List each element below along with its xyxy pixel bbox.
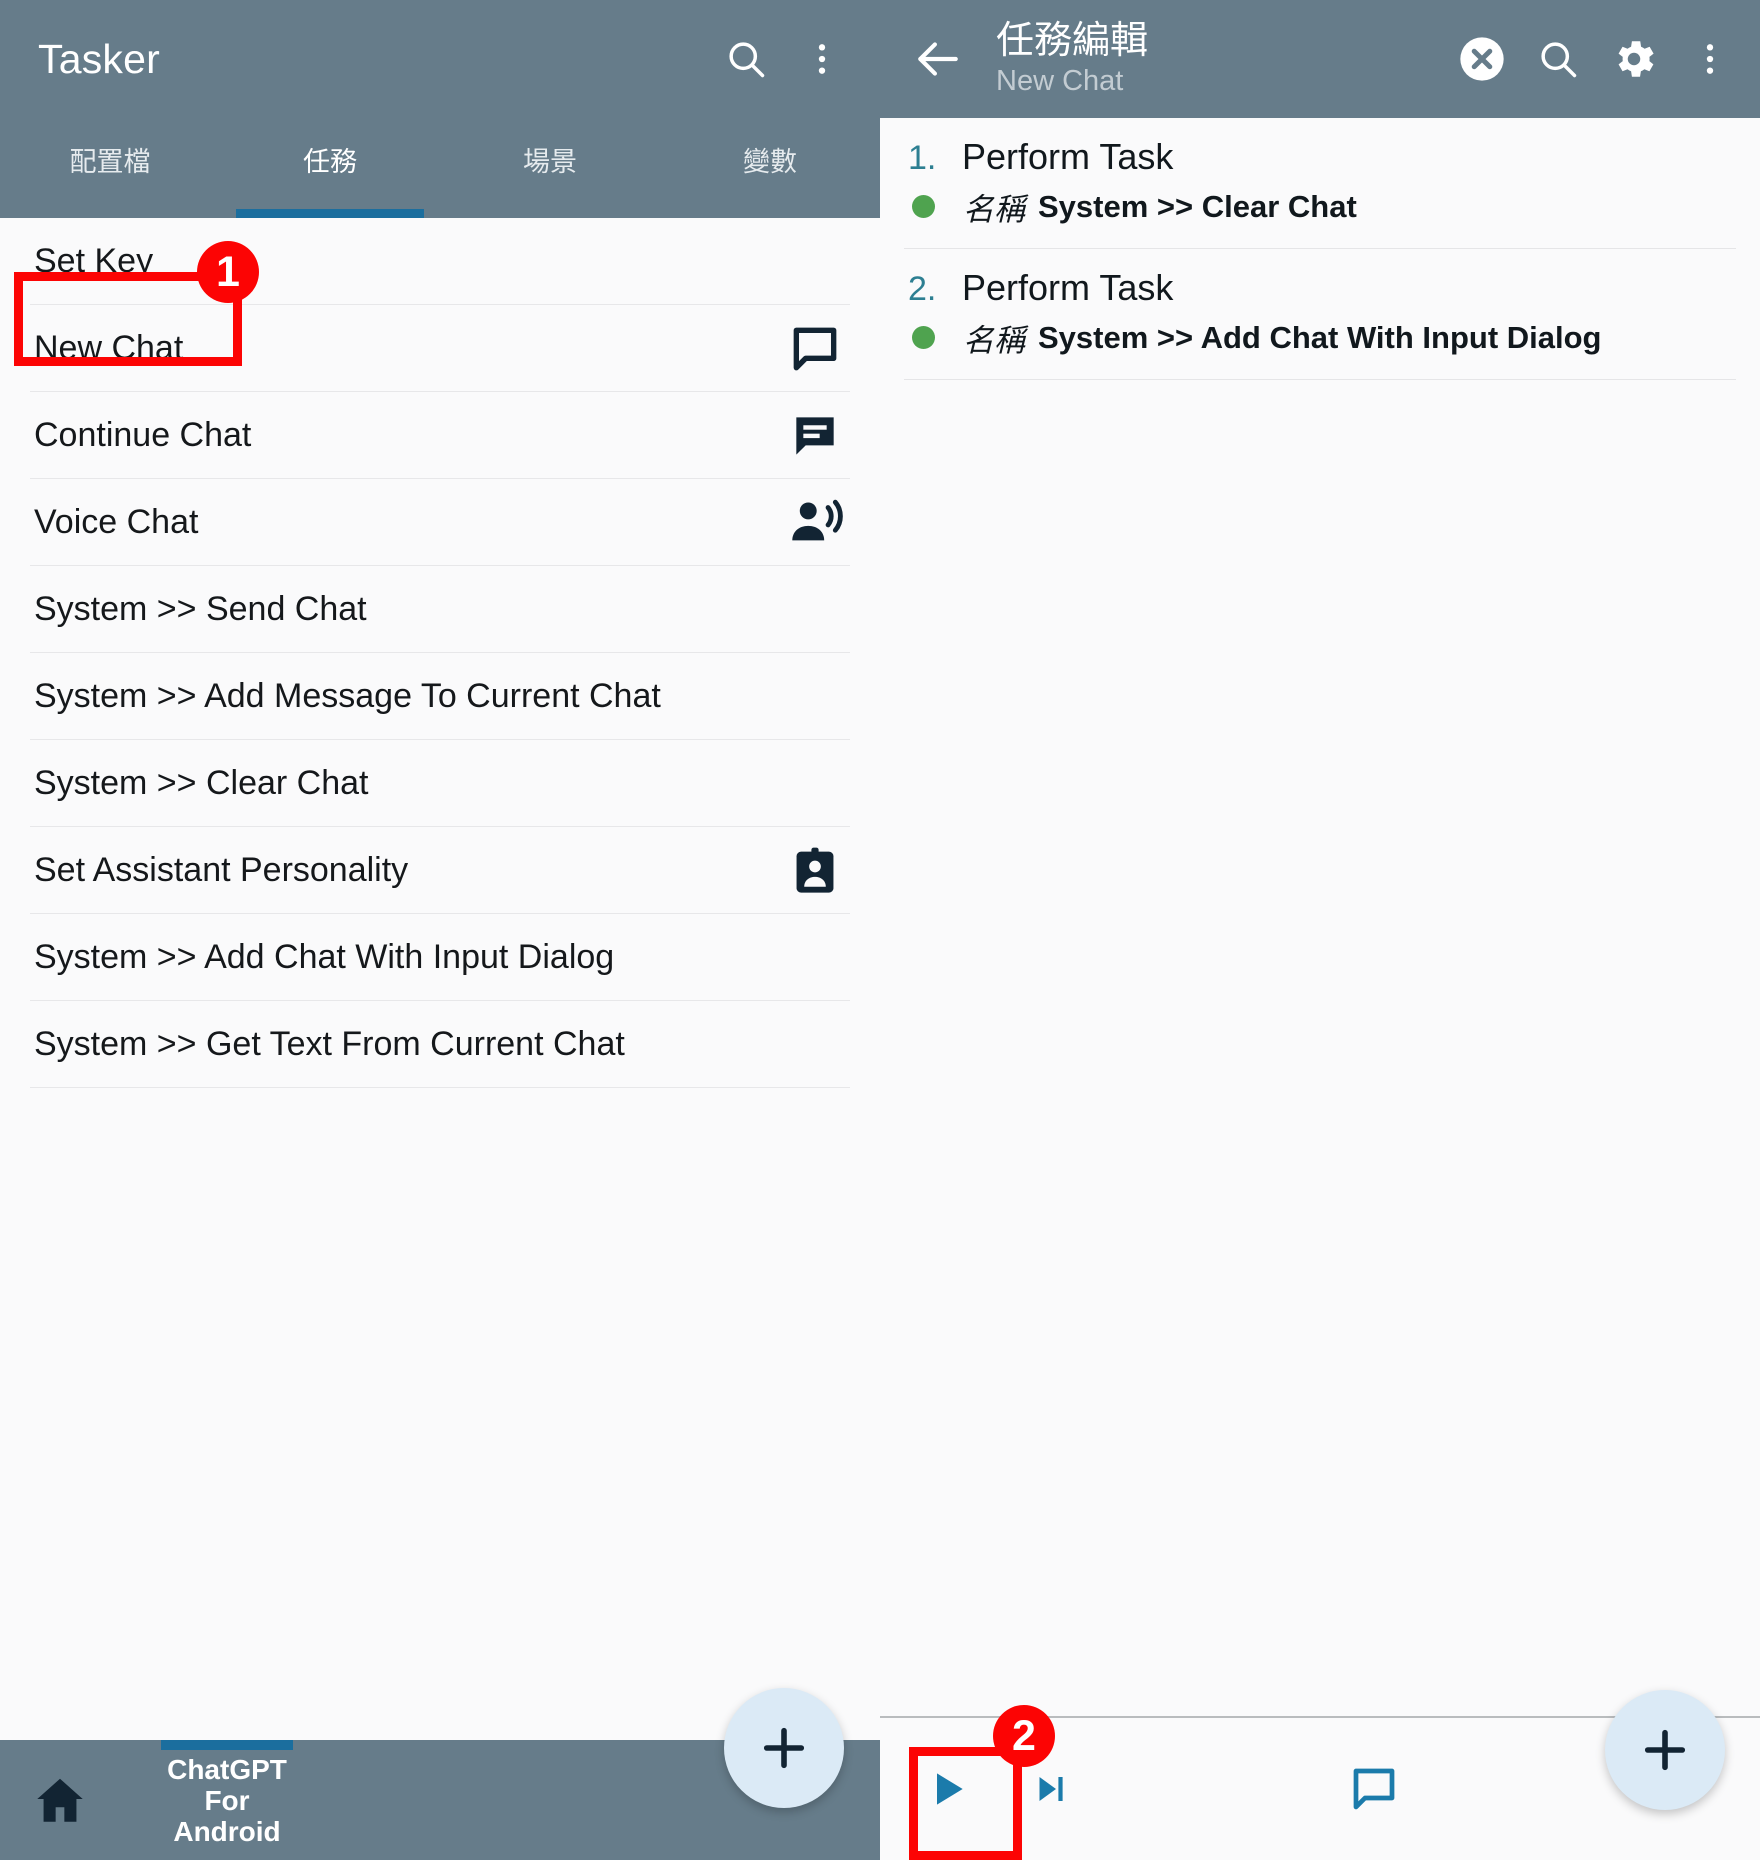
task-row-system-get-text[interactable]: System >> Get Text From Current Chat: [0, 1001, 880, 1088]
action-header: 2. Perform Task: [908, 267, 1732, 309]
search-icon[interactable]: [714, 27, 778, 91]
task-label: System >> Add Chat With Input Dialog: [34, 938, 615, 976]
status-enabled-dot-icon: [912, 326, 935, 349]
tab-profiles[interactable]: 配置檔: [0, 118, 220, 218]
task-row-system-clear-chat[interactable]: System >> Clear Chat: [0, 740, 880, 827]
status-enabled-dot-icon: [912, 195, 935, 218]
action-param-label: 名稱: [963, 323, 1025, 358]
action-name: Perform Task: [962, 136, 1174, 177]
search-icon[interactable]: [1526, 27, 1590, 91]
step-forward-icon[interactable]: [1022, 1761, 1078, 1817]
task-edit-title-block: 任務編輯 New Chat: [996, 20, 1438, 98]
task-label: System >> Send Chat: [34, 590, 367, 628]
action-parameter-row: 名稱 System >> Add Chat With Input Dialog: [908, 315, 1732, 360]
screen-root: Tasker 配置檔 任務 場景 變數 Set Key New Chat Con…: [0, 0, 1760, 1860]
overflow-menu-icon[interactable]: [1678, 27, 1742, 91]
task-label: System >> Clear Chat: [34, 764, 369, 802]
app-title: Tasker: [38, 35, 160, 82]
gear-icon[interactable]: [1602, 27, 1666, 91]
tasker-appbar: Tasker: [0, 0, 880, 118]
task-edit-pane: 任務編輯 New Chat 1. Perform Task 名稱 System …: [880, 0, 1760, 1860]
promo-chatgpt-for-android[interactable]: ChatGPT For Android: [132, 1740, 322, 1847]
id-badge-icon: [786, 842, 844, 900]
promo-line-3: Android: [173, 1816, 281, 1847]
tab-scenes[interactable]: 場景: [440, 118, 660, 218]
task-row-set-assistant-personality[interactable]: Set Assistant Personality: [0, 827, 880, 914]
task-row-system-add-message[interactable]: System >> Add Message To Current Chat: [0, 653, 880, 740]
home-icon[interactable]: [0, 1740, 120, 1860]
task-row-system-send-chat[interactable]: System >> Send Chat: [0, 566, 880, 653]
task-label: Continue Chat: [34, 416, 252, 454]
annotation-badge-1: 1: [197, 241, 259, 303]
action-number: 1.: [908, 139, 937, 177]
task-label: Set Assistant Personality: [34, 851, 409, 889]
tab-variables[interactable]: 變數: [660, 118, 880, 218]
annotation-badge-2: 2: [993, 1705, 1055, 1767]
promo-indicator-bar: [161, 1740, 293, 1750]
chat-bubble-lines-icon: [786, 407, 844, 465]
tasker-tab-bar: 配置檔 任務 場景 變數: [0, 118, 880, 218]
action-param-value: System >> Add Chat With Input Dialog: [1038, 319, 1602, 355]
task-row-system-add-chat-input-dialog[interactable]: System >> Add Chat With Input Dialog: [0, 914, 880, 1001]
action-list: 1. Perform Task 名稱 System >> Clear Chat …: [880, 118, 1760, 380]
action-name: Perform Task: [962, 267, 1174, 308]
overflow-menu-icon[interactable]: [790, 27, 854, 91]
task-row-continue-chat[interactable]: Continue Chat: [0, 392, 880, 479]
task-label: Voice Chat: [34, 503, 199, 541]
task-row-voice-chat[interactable]: Voice Chat: [0, 479, 880, 566]
promo-line-2: For: [204, 1785, 250, 1816]
action-header: 1. Perform Task: [908, 136, 1732, 178]
close-circle-icon[interactable]: [1450, 27, 1514, 91]
person-speaking-icon: [786, 494, 844, 552]
task-label: System >> Get Text From Current Chat: [34, 1025, 625, 1063]
action-number: 2.: [908, 270, 937, 308]
action-item-1[interactable]: 1. Perform Task 名稱 System >> Clear Chat: [880, 118, 1760, 249]
back-arrow-icon[interactable]: [900, 22, 974, 96]
chat-bubble-outline-icon: [786, 320, 844, 378]
action-param-label: 名稱: [963, 192, 1025, 227]
tab-tasks[interactable]: 任務: [220, 118, 440, 218]
action-item-2[interactable]: 2. Perform Task 名稱 System >> Add Chat Wi…: [880, 249, 1760, 380]
page-subtitle: New Chat: [996, 65, 1124, 97]
action-parameter-row: 名稱 System >> Clear Chat: [908, 184, 1732, 229]
add-action-fab[interactable]: [1605, 1690, 1725, 1810]
add-task-fab[interactable]: [724, 1688, 844, 1808]
chat-bubble-outline-icon[interactable]: [1343, 1758, 1405, 1820]
promo-line-1: ChatGPT: [167, 1754, 287, 1785]
action-param-value: System >> Clear Chat: [1038, 188, 1357, 224]
task-label: System >> Add Message To Current Chat: [34, 677, 661, 715]
annotation-box-2: [909, 1747, 1022, 1860]
page-title: 任務編輯: [996, 20, 1149, 62]
task-edit-appbar: 任務編輯 New Chat: [880, 0, 1760, 118]
